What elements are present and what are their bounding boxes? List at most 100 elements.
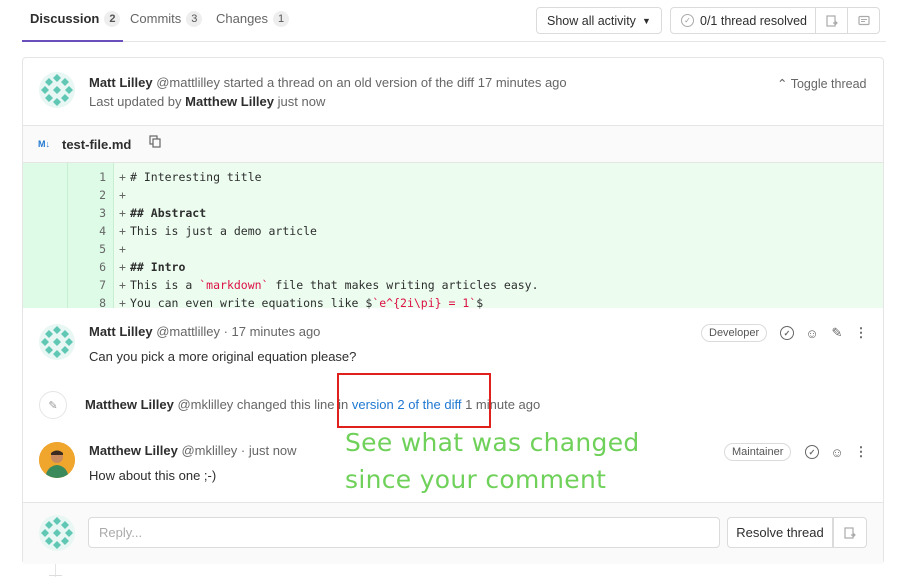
highlight-box [337,373,491,428]
diff-line: 4 + This is just a demo article [23,222,883,240]
line-number[interactable]: 3 [68,204,106,222]
comment-header: Matthew Lilley @mklilley · just now [89,443,297,458]
line-number[interactable]: 2 [68,186,106,204]
comment-toggle-button[interactable] [847,7,880,34]
tab-discussion-count: 2 [104,11,121,27]
tab-discussion[interactable]: Discussion 2 [22,11,123,42]
diff-plus: + [119,206,126,220]
edit-pencil-icon[interactable]: ✎ [829,325,845,341]
comment-author[interactable]: Matthew Lilley [89,443,178,458]
thread-author-handle[interactable]: @mattlilley [156,75,220,90]
diff-plus: + [119,296,126,310]
line-number[interactable]: 8 [68,294,106,312]
diff-line: 3 + ## Abstract [23,204,883,222]
diff-line: 8 + You can even write equations like $`… [23,294,883,312]
identicon-avatar-icon [39,324,75,360]
code-inline-code: `markdown` [199,278,269,292]
identicon-avatar-icon [39,72,75,108]
more-actions-icon[interactable]: ⋮ [853,444,869,460]
system-note-edit-icon: ✎ [39,391,67,419]
diff-plus: + [119,170,126,184]
system-note-author[interactable]: Matthew Lilley [85,397,174,412]
diff-line: 2 + [23,186,883,204]
comment-body: Can you pick a more original equation pl… [89,349,357,364]
line-number[interactable]: 7 [68,276,106,294]
comment-meta[interactable]: @mattlilley · 17 minutes ago [156,324,320,339]
user-photo-avatar-icon [39,442,75,478]
jump-to-unresolved-button[interactable] [815,7,848,34]
activity-filter-dropdown[interactable]: Show all activity ▼ [536,7,662,34]
diff-line: 7 + This is a `markdown` file that makes… [23,276,883,294]
tab-commits-count: 3 [186,11,203,27]
code-line: ## Abstract [130,206,207,220]
toggle-thread-button[interactable]: ⌃ Toggle thread [777,76,867,91]
reply-input[interactable]: Reply... [88,517,720,548]
diff-view: 1 + # Interesting title 2 + 3 + ## Abstr… [23,163,883,310]
comment-header: Matt Lilley @mattlilley · 17 minutes ago [89,324,320,339]
code-inline-code: `e^{2i\pi} = 1` [372,296,477,310]
tab-changes-label: Changes [216,11,269,26]
code-line: ## Intro [130,260,186,274]
tab-discussion-label: Discussion [30,11,100,26]
thread-author[interactable]: Matt Lilley [89,75,153,90]
role-badge: Developer [701,324,768,342]
diff-line: 5 + [23,240,883,258]
annotation-text: See what was changed since your comment [345,428,640,494]
copy-icon[interactable] [149,135,161,151]
comment-meta[interactable]: @mklilley · just now [181,443,296,458]
check-circle-icon: ✓ [805,445,819,459]
tab-changes-count: 1 [273,11,290,27]
diff-plus: + [119,278,126,292]
code-text: You can even write equations like $ [130,296,373,310]
line-number[interactable]: 1 [68,168,106,186]
thread-updated-prefix: Last updated by [89,94,182,109]
diff-plus: + [119,242,126,256]
code-line: This is just a demo article [130,224,317,238]
file-header: M↓ test-file.md [23,126,883,163]
diff-line: 1 + # Interesting title [23,168,883,186]
code-line: You can even write equations like $`e^{2… [130,294,483,312]
avatar[interactable] [39,442,75,478]
check-circle-icon: ✓ [780,326,794,340]
line-number[interactable]: 6 [68,258,106,276]
markdown-icon: M↓ [38,139,50,149]
code-line: # Interesting title [130,170,262,184]
line-number[interactable]: 5 [68,240,106,258]
comment-author[interactable]: Matt Lilley [89,324,153,339]
document-next-icon [844,526,856,539]
identicon-avatar-icon [39,515,75,551]
thread-updated-when: just now [277,94,326,109]
file-name[interactable]: test-file.md [62,137,131,152]
resolved-threads-button[interactable]: ✓ 0/1 thread resolved [670,7,816,34]
tab-commits-label: Commits [130,11,182,26]
smiley-icon[interactable]: ☺ [804,325,820,341]
resolve-action[interactable]: ✓ [779,325,795,341]
activity-filter-label: Show all activity [547,13,636,28]
line-number[interactable]: 4 [68,222,106,240]
more-actions-icon[interactable]: ⋮ [853,325,869,341]
diff-plus: + [119,260,126,274]
role-badge: Maintainer [724,443,792,461]
smiley-icon[interactable]: ☺ [829,444,845,460]
timeline-connector-end [49,575,62,576]
tab-commits[interactable]: Commits 3 [130,11,203,42]
comment-body: How about this one ;-) [89,468,217,483]
diff-plus: + [119,224,126,238]
resolved-threads-label: 0/1 thread resolved [700,13,808,28]
thread-started-line: Matt Lilley @mattlilley started a thread… [89,75,567,90]
resolve-thread-button[interactable]: Resolve thread [727,517,833,548]
avatar[interactable] [39,515,75,551]
resolve-and-next-button[interactable] [833,517,867,548]
avatar[interactable] [39,72,75,108]
toggle-thread-label: Toggle thread [790,77,867,91]
resolve-action[interactable]: ✓ [804,444,820,460]
thread-updated-by[interactable]: Matthew Lilley [185,94,274,109]
code-text: file that makes writing articles easy. [268,278,539,292]
thread-header: Matt Lilley @mattlilley started a thread… [23,58,883,126]
reply-area: Reply... Resolve thread [23,502,883,564]
code-text: $ [476,296,484,310]
thread-started-text: started a thread on an old version of th… [223,75,567,90]
avatar[interactable] [39,324,75,360]
tab-changes[interactable]: Changes 1 [216,11,290,42]
chevron-down-icon: ▼ [641,15,651,26]
